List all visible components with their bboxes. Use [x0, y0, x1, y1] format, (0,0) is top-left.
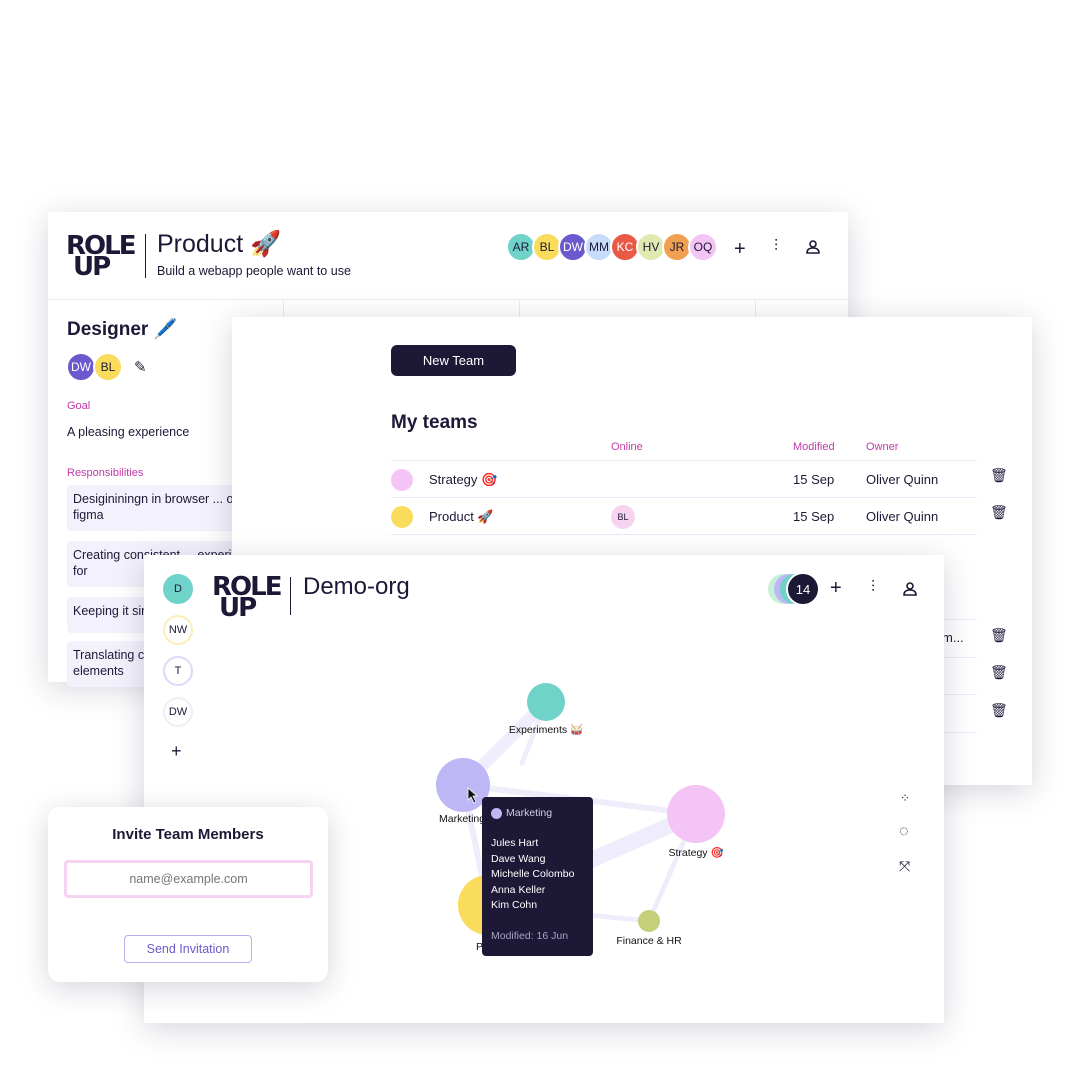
node-label[interactable]: Experiments 🥁 [509, 723, 583, 736]
trash-icon[interactable]: 🗑 [990, 664, 1008, 681]
truncated-cell: m... [942, 630, 964, 645]
invite-card: Invite Team Members Send Invitation [48, 807, 328, 982]
avatar[interactable]: DW [66, 352, 96, 382]
tooltip-member: Kim Cohn [491, 899, 538, 911]
table-row[interactable]: Strategy 🎯 15 Sep Oliver Quinn [391, 460, 977, 497]
column-modified[interactable]: Modified [793, 441, 835, 453]
trash-icon[interactable]: 🗑 [990, 467, 1008, 484]
owner-name: Oliver Quinn [866, 509, 939, 524]
team-name[interactable]: Product 🚀 [429, 509, 494, 525]
owner-name: Oliver Quinn [866, 472, 939, 487]
email-input[interactable] [64, 860, 313, 898]
collapse-icon[interactable]: ⤧ [899, 858, 910, 875]
edit-pencil-icon[interactable]: ✎ [134, 358, 147, 376]
table-row[interactable]: Product 🚀 BL 15 Sep Oliver Quinn [391, 497, 977, 534]
cluster-layout-icon[interactable]: ⁘ [900, 791, 910, 805]
trash-icon[interactable]: 🗑 [990, 702, 1008, 719]
online-avatar[interactable]: BL [611, 505, 635, 529]
modified-date: 15 Sep [793, 509, 835, 524]
goal-text: A pleasing experience [67, 425, 190, 439]
column-online[interactable]: Online [611, 441, 643, 453]
tooltip-member: Dave Wang [491, 852, 546, 865]
modified-date: 15 Sep [793, 472, 835, 487]
team-name[interactable]: Strategy 🎯 [429, 472, 497, 488]
new-team-button[interactable]: New Team [391, 345, 516, 376]
role-title: Designer 🖊️ [67, 319, 178, 340]
team-color-dot [391, 469, 413, 491]
node-label[interactable]: Marketing [439, 813, 485, 825]
tooltip-member: Michelle Colombo [491, 868, 575, 880]
sliders-icon[interactable]: ⫶ [774, 238, 778, 256]
divider [145, 234, 146, 278]
section-heading: My teams [391, 412, 478, 433]
send-invitation-button[interactable]: Send Invitation [124, 935, 252, 963]
add-member-icon[interactable]: + [734, 238, 746, 261]
invite-title: Invite Team Members [112, 826, 264, 843]
team-color-dot [491, 807, 502, 819]
graph-node-finance [638, 910, 660, 932]
tooltip-member: Jules Hart [491, 837, 539, 849]
node-label[interactable]: Finance & HR [616, 935, 681, 947]
goal-label: Goal [67, 400, 91, 412]
graph-node-strategy [667, 785, 725, 843]
team-tooltip: Marketing Jules Hart Dave Wang Michelle Co… [482, 797, 593, 956]
responsibilities-label: Responsibilities [67, 467, 144, 479]
circle-layout-icon[interactable]: ◌ [899, 823, 909, 841]
roleup-logo: ROLE UP [66, 231, 136, 282]
page-title: Product 🚀 [157, 230, 282, 258]
column-owner[interactable]: Owner [866, 441, 898, 453]
trash-icon[interactable]: 🗑 [990, 627, 1008, 644]
member-avatar[interactable]: OQ [688, 232, 718, 262]
node-label[interactable]: Strategy 🎯 [668, 846, 723, 859]
tooltip-member: Anna Keller [491, 883, 546, 896]
team-color-dot [391, 506, 413, 528]
trash-icon[interactable]: 🗑 [990, 504, 1008, 521]
avatar[interactable]: BL [93, 352, 123, 382]
graph-node-experiments [527, 683, 565, 721]
user-icon[interactable] [806, 240, 820, 254]
page-subtitle: Build a webapp people want to use [157, 264, 351, 278]
